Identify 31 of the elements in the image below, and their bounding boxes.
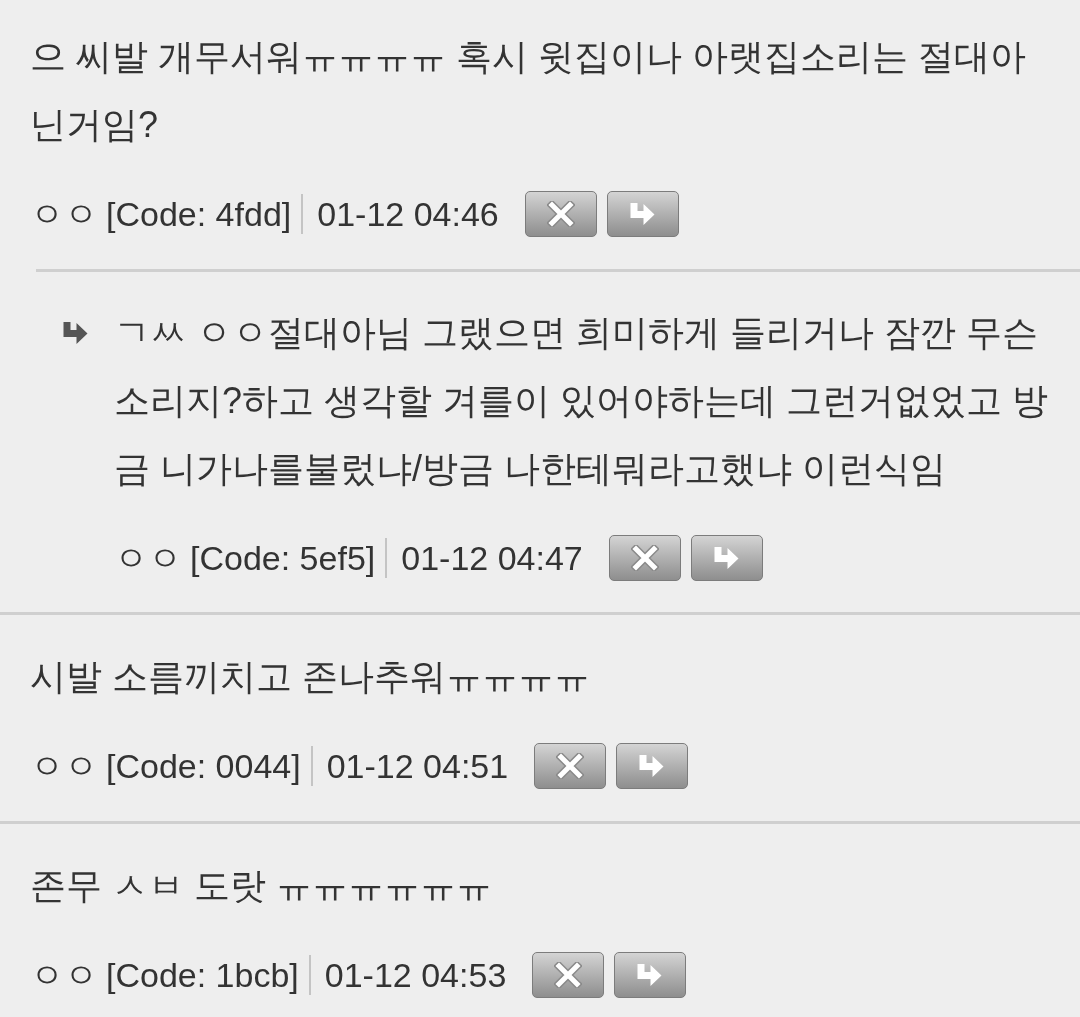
author-name: ㅇㅇ <box>114 541 182 575</box>
cross-icon <box>630 545 659 571</box>
cross-icon <box>556 753 585 779</box>
bent-arrow-icon <box>628 202 657 226</box>
post-time: 01-12 04:47 <box>401 541 583 575</box>
post-time: 01-12 04:53 <box>324 958 507 992</box>
bent-arrow-icon <box>712 546 741 570</box>
reply-button[interactable] <box>606 191 679 237</box>
reply-button[interactable] <box>690 535 763 581</box>
author-name: ㅇㅇ <box>30 197 98 231</box>
delete-button[interactable] <box>532 952 605 998</box>
user-code: [Code: 4fdd] <box>106 197 292 231</box>
post-time: 01-12 04:51 <box>326 749 509 783</box>
reply-text: ㄱㅆ ㅇㅇ절대아님 그랬으면 희미하게 들리거나 잠깐 무슨 소리지?하고 생각할 겨를이 있어야하는데 그런거없었고 방 금 니가나를불렀냐/방금 나한테뭐라고했냐 이런식임 <box>114 311 1049 491</box>
reply-button[interactable] <box>614 952 687 998</box>
delete-button[interactable] <box>534 743 607 789</box>
bent-arrow-icon <box>62 321 90 345</box>
user-code: [Code: 0044] <box>106 749 301 783</box>
post-time: 01-12 04:46 <box>317 197 499 231</box>
reply-button[interactable] <box>616 743 689 789</box>
delete-button[interactable] <box>524 191 597 237</box>
author-name: ㅇㅇ <box>30 958 98 992</box>
author-name: ㅇㅇ <box>30 749 98 783</box>
cross-icon <box>554 962 583 988</box>
comment-text: 으 씨발 개무서워ㅠㅠㅠㅠ 혹시 윗집이나 아랫집소리는 절대아 닌거임? <box>30 35 1027 147</box>
cross-icon <box>546 201 575 227</box>
delete-button[interactable] <box>608 535 681 581</box>
comment-text: 시발 소름끼치고 존나추워ㅠㅠㅠㅠ <box>30 655 591 699</box>
user-code: [Code: 5ef5] <box>190 541 376 575</box>
user-code: [Code: 1bcb] <box>106 958 299 992</box>
comment-text: 존무 ㅅㅂ 도랏 ㅠㅠㅠㅠㅠㅠ <box>30 864 493 908</box>
